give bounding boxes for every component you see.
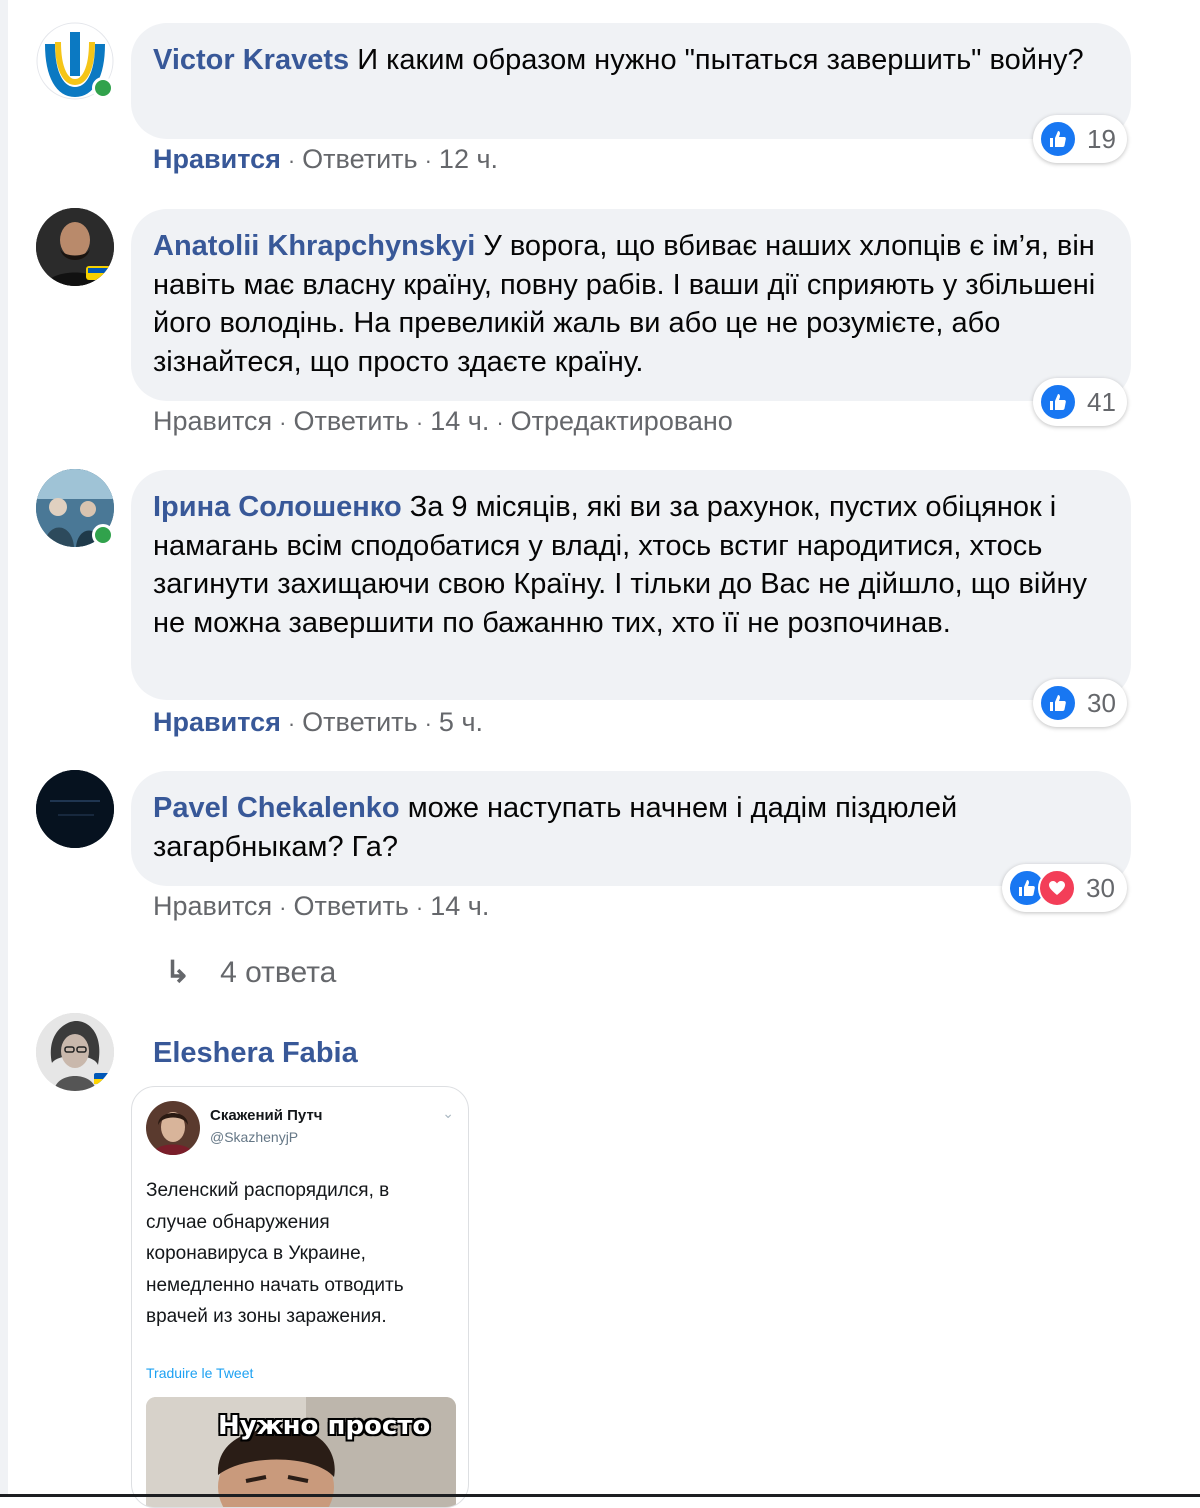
comment-bubble: Ірина Солошенко За 9 місяців, які ви за … <box>131 470 1131 700</box>
avatar[interactable] <box>36 1013 114 1091</box>
separator-dot: · <box>415 895 424 920</box>
separator-dot: · <box>496 410 504 435</box>
comment-actions: Нравится · Ответить · 12 ч. <box>153 144 498 175</box>
tweet-avatar <box>146 1101 200 1155</box>
tweet-text-line: Зеленский распорядился, в <box>146 1180 390 1201</box>
comment-author[interactable]: Ірина Солошенко <box>153 491 402 523</box>
comment-bubble: Pavel Chekalenko може наступать начнем і… <box>131 771 1131 886</box>
online-status-dot <box>92 77 114 99</box>
tweet-author-name: Скажений Путч <box>210 1107 323 1124</box>
comment-bubble: Anatolii Khrapchynskyi У ворога, що вбив… <box>131 209 1131 401</box>
page-left-edge <box>0 0 8 1497</box>
comment-time[interactable]: 5 ч. <box>439 707 483 737</box>
separator-dot: · <box>279 895 287 920</box>
heart-icon <box>1038 869 1076 907</box>
reaction-count: 30 <box>1087 687 1116 718</box>
comment-actions: Нравится · Ответить · 14 ч. · Отредактировано <box>153 406 733 437</box>
separator-dot: · <box>415 410 424 435</box>
replies-count[interactable]: 4 ответа <box>220 956 336 990</box>
reply-button[interactable]: Ответить <box>302 144 417 174</box>
reply-button[interactable]: Ответить <box>302 707 417 737</box>
tweet-text: Зеленский распорядился, в случае обнаруж… <box>146 1175 456 1333</box>
reaction-count: 41 <box>1087 386 1116 417</box>
separator-dot: · <box>287 148 296 173</box>
reaction-summary[interactable]: 19 <box>1033 115 1127 163</box>
online-status-dot <box>92 524 114 546</box>
like-button[interactable]: Нравится <box>153 891 272 921</box>
comment-time[interactable]: 14 ч. <box>430 406 489 436</box>
meme-caption: Нужно просто <box>218 1411 431 1441</box>
comment-time[interactable]: 12 ч. <box>439 144 498 174</box>
comment-time[interactable]: 14 ч. <box>430 891 489 921</box>
attached-tweet-image[interactable]: Скажений Путч @SkazhenyjP ⌄ Зеленский ра… <box>131 1086 469 1508</box>
view-replies-link[interactable]: ↳ 4 ответа <box>165 955 336 990</box>
tweet-text-line: немедленно начать отводить <box>146 1274 404 1296</box>
reaction-count: 30 <box>1086 872 1115 903</box>
comment-bubble: Victor Kravets И каким образом нужно "пы… <box>131 23 1131 139</box>
thumbs-up-icon <box>1039 120 1077 158</box>
comment-author[interactable]: Anatolii Khrapchynskyi <box>153 230 475 262</box>
reaction-summary[interactable]: 30 <box>1033 679 1127 727</box>
meme-image: Нужно просто <box>146 1397 456 1507</box>
avatar[interactable] <box>36 208 114 286</box>
reaction-summary[interactable]: 30 <box>1002 864 1127 912</box>
tweet-text-line: коронавируса в Украине, <box>146 1243 366 1264</box>
tweet-text-line: врачей из зоны заражения. <box>146 1306 387 1327</box>
comment-actions: Нравится · Ответить · 5 ч. <box>153 707 483 738</box>
separator-dot: · <box>424 148 432 173</box>
chevron-down-icon: ⌄ <box>442 1105 454 1121</box>
avatar[interactable] <box>36 770 114 848</box>
comment-text: И каким образом нужно "пытаться завершит… <box>357 44 1084 76</box>
like-button[interactable]: Нравится <box>153 406 272 436</box>
separator-dot: · <box>424 711 432 736</box>
reply-button[interactable]: Ответить <box>293 891 408 921</box>
separator-dot: · <box>279 410 287 435</box>
tweet-handle: @SkazhenyjP <box>210 1129 299 1145</box>
tweet-text-line: случае обнаружения <box>146 1211 330 1233</box>
reaction-summary[interactable]: 41 <box>1033 378 1127 426</box>
edited-label[interactable]: Отредактировано <box>511 406 733 436</box>
comment-actions: Нравится · Ответить · 14 ч. <box>153 891 489 922</box>
comment-author[interactable]: Victor Kravets <box>153 44 349 76</box>
reaction-count: 19 <box>1087 123 1116 154</box>
comment-author[interactable]: Pavel Chekalenko <box>153 792 400 824</box>
like-button[interactable]: Нравится <box>153 707 281 737</box>
separator-dot: · <box>287 711 296 736</box>
reply-button[interactable]: Ответить <box>293 406 408 436</box>
comment-author[interactable]: Eleshera Fabia <box>153 1037 358 1070</box>
thumbs-up-icon <box>1039 383 1077 421</box>
translate-tweet-link: Traduire le Tweet <box>146 1365 254 1381</box>
like-button[interactable]: Нравится <box>153 144 281 174</box>
thumbs-up-icon <box>1039 684 1077 722</box>
reply-arrow-icon: ↳ <box>165 956 191 989</box>
